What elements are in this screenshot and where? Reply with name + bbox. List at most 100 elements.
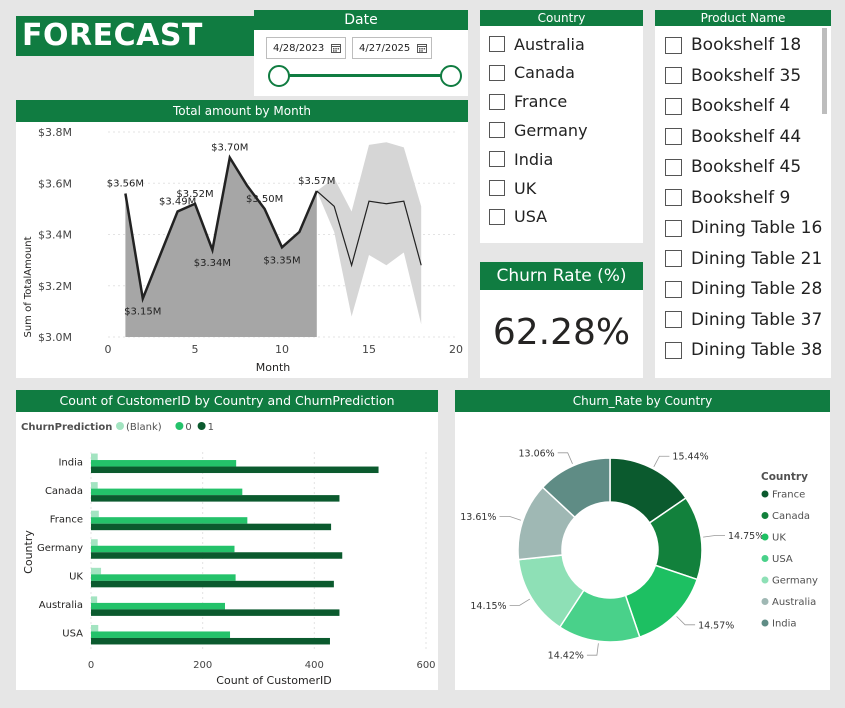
country-item[interactable]: France xyxy=(489,90,567,114)
product-label: Bookshelf 35 xyxy=(691,65,802,86)
legend-label: UK xyxy=(772,533,786,544)
product-item[interactable]: Bookshelf 4 xyxy=(665,94,790,118)
checkbox[interactable] xyxy=(665,250,682,267)
legend-label: USA xyxy=(772,554,793,565)
calendar-icon[interactable] xyxy=(417,43,427,53)
product-item[interactable]: Bookshelf 18 xyxy=(665,33,801,57)
country-item[interactable]: USA xyxy=(489,205,547,229)
legend-marker xyxy=(197,422,206,430)
bar[interactable] xyxy=(91,552,343,559)
checkbox[interactable] xyxy=(665,67,682,84)
product-item[interactable]: Bookshelf 35 xyxy=(665,64,801,88)
product-item[interactable]: Bookshelf 9 xyxy=(665,186,790,210)
category-label: UK xyxy=(69,572,83,583)
date-range-start-handle[interactable] xyxy=(268,65,290,87)
total-amount-chart-panel: Total amount by Month Sum of TotalAmount… xyxy=(16,100,468,378)
legend-label: Canada xyxy=(772,511,810,522)
bar[interactable] xyxy=(91,482,98,489)
bar[interactable] xyxy=(91,466,379,474)
country-item[interactable]: Germany xyxy=(489,118,588,142)
checkbox[interactable] xyxy=(489,122,505,139)
bar[interactable] xyxy=(91,631,231,638)
product-label: Bookshelf 9 xyxy=(691,187,791,208)
country-item[interactable]: Australia xyxy=(489,32,585,56)
bar[interactable] xyxy=(91,567,102,575)
checkbox[interactable] xyxy=(665,341,682,359)
bar[interactable] xyxy=(91,453,98,461)
legend-marker xyxy=(761,512,769,519)
churn-rate-header: Churn Rate (%) xyxy=(480,262,643,290)
country-item[interactable]: UK xyxy=(489,176,536,200)
legend-label: Germany xyxy=(772,576,818,587)
area-x-axis-label: Month xyxy=(256,361,291,374)
category-label: Australia xyxy=(39,600,83,611)
checkbox[interactable] xyxy=(665,36,682,54)
bar[interactable] xyxy=(91,624,99,632)
product-list-scrollbar[interactable] xyxy=(822,28,827,114)
bar-x-axis-label: Count of CustomerID xyxy=(216,674,331,687)
product-item[interactable]: Dining Table 16 xyxy=(665,216,822,240)
bar[interactable] xyxy=(91,510,99,518)
checkbox[interactable] xyxy=(665,128,682,145)
bar[interactable] xyxy=(91,539,98,546)
date-range-track[interactable] xyxy=(278,74,450,77)
country-label: Canada xyxy=(514,63,575,83)
product-label: Dining Table 37 xyxy=(691,309,823,330)
checkbox[interactable] xyxy=(665,97,682,115)
checkbox[interactable] xyxy=(489,208,505,225)
product-item[interactable]: Dining Table 38 xyxy=(665,338,822,362)
legend-label: (Blank) xyxy=(126,422,162,433)
product-item[interactable]: Bookshelf 45 xyxy=(665,155,801,179)
date-range-end-handle[interactable] xyxy=(440,65,462,87)
bar[interactable] xyxy=(91,545,235,553)
checkbox[interactable] xyxy=(489,151,505,168)
slice-label: 14.57% xyxy=(698,620,734,631)
checkbox[interactable] xyxy=(665,311,682,328)
bar[interactable] xyxy=(91,596,98,603)
product-item[interactable]: Dining Table 21 xyxy=(665,247,822,271)
product-label: Dining Table 28 xyxy=(691,279,823,299)
data-label: $3.57M xyxy=(298,176,335,187)
bar[interactable] xyxy=(91,460,237,467)
bar[interactable] xyxy=(91,602,225,610)
churn-rate-donut-chart: Country 15.44% 14.75% 14.57% 14.42% 14.15% 13… xyxy=(460,448,818,661)
checkbox[interactable] xyxy=(489,64,505,81)
data-label: $3.70M xyxy=(211,143,248,154)
checkbox[interactable] xyxy=(665,219,682,237)
bar[interactable] xyxy=(91,574,236,581)
legend-marker xyxy=(761,619,769,627)
y-tick-label: $3.0M xyxy=(38,331,72,344)
country-item[interactable]: Canada xyxy=(489,61,575,85)
bar[interactable] xyxy=(91,523,332,531)
leader-line xyxy=(653,455,670,468)
checkbox[interactable] xyxy=(665,189,682,206)
y-tick-label: $3.6M xyxy=(38,177,72,190)
x-tick-label: 400 xyxy=(305,660,324,671)
legend-marker xyxy=(761,533,769,541)
product-item[interactable]: Dining Table 28 xyxy=(665,277,822,301)
bar[interactable] xyxy=(91,609,340,616)
total-amount-chart: Sum of TotalAmount Month $3.0M $3.2M $3.4M… xyxy=(23,126,463,374)
bar[interactable] xyxy=(91,517,248,524)
bar[interactable] xyxy=(91,637,330,645)
checkbox[interactable] xyxy=(489,36,505,52)
checkbox[interactable] xyxy=(665,158,682,176)
end-date-input[interactable]: 4/27/2025 xyxy=(352,37,432,59)
country-item[interactable]: India xyxy=(489,147,553,171)
calendar-icon[interactable] xyxy=(331,43,341,53)
slice-label: 13.06% xyxy=(518,448,554,459)
bar[interactable] xyxy=(91,580,334,588)
bar[interactable] xyxy=(91,495,340,502)
checkbox[interactable] xyxy=(489,93,505,110)
product-item[interactable]: Dining Table 37 xyxy=(665,308,822,332)
product-item[interactable]: Bookshelf 44 xyxy=(665,125,801,149)
slice-label: 14.75% xyxy=(728,531,764,542)
checkbox[interactable] xyxy=(665,280,682,298)
date-slicer-header: Date xyxy=(254,10,468,30)
checkbox[interactable] xyxy=(489,180,505,196)
legend-marker xyxy=(175,422,184,430)
legend-marker xyxy=(761,576,769,584)
start-date-input[interactable]: 4/28/2023 xyxy=(266,37,346,59)
bar[interactable] xyxy=(91,488,243,496)
x-tick-label: 5 xyxy=(192,343,199,356)
